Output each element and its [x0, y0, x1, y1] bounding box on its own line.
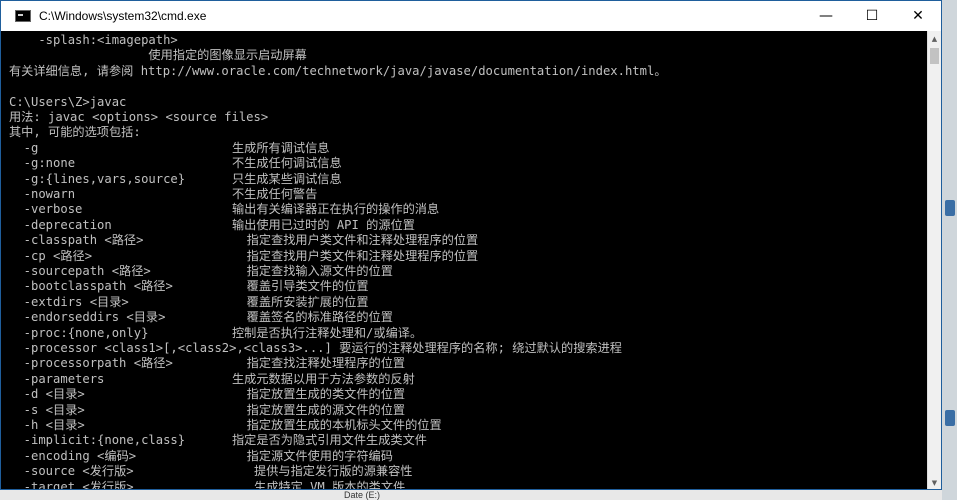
console-line-description: 只生成某些调试信息: [232, 171, 342, 186]
console-line-text: -h <目录>: [9, 418, 85, 432]
vertical-scrollbar[interactable]: ▲ ▼: [927, 31, 941, 489]
console-line: -encoding <编码> 指定源文件使用的字符编码: [1, 448, 929, 464]
console-line-text: -endorseddirs <目录>: [9, 310, 166, 325]
console-line-text: -cp <路径>: [9, 248, 93, 263]
console-line-text: -classpath <路径>: [9, 233, 144, 248]
console-line: -deprecation 输出使用已过时的 API 的源位置: [1, 217, 929, 233]
console-line-description: 生成元数据以用于方法参数的反射: [232, 371, 415, 386]
console-line: -source <发行版> 提供与指定发行版的源兼容性: [1, 463, 929, 479]
console-output[interactable]: -splash:<imagepath> 使用指定的图像显示启动屏幕 有关详细信息,…: [1, 31, 929, 490]
console-line: 有关详细信息, 请参阅 http://www.oracle.com/techne…: [1, 63, 929, 79]
console-line: -g:{lines,vars,source} 只生成某些调试信息: [1, 171, 929, 187]
desktop-shortcut-icon[interactable]: [945, 200, 955, 216]
console-line-description: 生成特定 VM 版本的类文件: [232, 479, 406, 490]
console-line-description: 输出有关编译器正在执行的操作的消息: [232, 202, 440, 217]
console-line-text: -extdirs <目录>: [9, 294, 129, 309]
console-line-text: -verbose: [9, 202, 83, 217]
console-line: 其中, 可能的选项包括:: [1, 124, 929, 140]
console-line-description: 指定是否为隐式引用文件生成类文件: [232, 433, 427, 448]
console-line: -verbose 输出有关编译器正在执行的操作的消息: [1, 201, 929, 217]
console-line-description: 不生成任何警告: [232, 187, 318, 201]
console-line: -s <目录> 指定放置生成的源文件的位置: [1, 402, 929, 418]
console-line-description: 指定源文件使用的字符编码: [232, 448, 393, 463]
cmd-window: C:\Windows\system32\cmd.exe — ☐ ✕ -splas…: [0, 0, 942, 490]
console-line-text: -source <发行版>: [9, 464, 134, 479]
console-line-description: 不生成任何调试信息: [232, 156, 342, 171]
console-line: -g 生成所有调试信息: [1, 140, 929, 156]
console-line-description: 输出使用已过时的 API 的源位置: [232, 217, 415, 232]
console-line: 用法: javac <options> <source files>: [1, 109, 929, 125]
console-line-text: -sourcepath <路径>: [9, 264, 151, 278]
console-line-description: 覆盖引导类文件的位置: [232, 279, 369, 294]
background-window-strip: [0, 490, 942, 500]
console-line-description: 指定查找注释处理程序的位置: [232, 356, 406, 371]
console-line-text: -processorpath <路径>: [9, 356, 173, 371]
console-line-text: -proc:{none,only}: [9, 325, 149, 340]
console-line: -splash:<imagepath>: [1, 32, 929, 48]
console-line-text: -g:none: [9, 156, 76, 171]
title-bar[interactable]: C:\Windows\system32\cmd.exe — ☐ ✕: [1, 1, 941, 31]
console-line-text: -nowarn: [9, 187, 76, 201]
console-line: -d <目录> 指定放置生成的类文件的位置: [1, 386, 929, 402]
scrollbar-thumb[interactable]: [930, 48, 939, 64]
console-line-description: 覆盖签名的标准路径的位置: [232, 310, 393, 325]
console-line-text: 有关详细信息, 请参阅 http://www.oracle.com/techne…: [9, 63, 667, 78]
console-line-text: -splash:<imagepath>: [9, 33, 178, 47]
close-button[interactable]: ✕: [895, 1, 941, 31]
console-line-text: 其中, 可能的选项包括:: [9, 125, 141, 140]
console-line-text: -bootclasspath <路径>: [9, 279, 173, 294]
console-line: -extdirs <目录> 覆盖所安装扩展的位置: [1, 294, 929, 310]
console-line: -implicit:{none,class} 指定是否为隐式引用文件生成类文件: [1, 432, 929, 448]
console-line: -g:none 不生成任何调试信息: [1, 155, 929, 171]
console-line-text: -g:{lines,vars,source}: [9, 171, 186, 186]
console-line: -parameters 生成元数据以用于方法参数的反射: [1, 371, 929, 387]
console-line: -h <目录> 指定放置生成的本机标头文件的位置: [1, 417, 929, 433]
console-line: -bootclasspath <路径> 覆盖引导类文件的位置: [1, 278, 929, 294]
console-line-text: -parameters: [9, 371, 105, 386]
window-controls: — ☐ ✕: [803, 1, 941, 31]
cmd-app-icon[interactable]: [15, 10, 31, 22]
console-line: -cp <路径> 指定查找用户类文件和注释处理程序的位置: [1, 248, 929, 264]
console-line-description: 指定查找用户类文件和注释处理程序的位置: [232, 233, 479, 248]
console-line-text: -implicit:{none,class}: [9, 433, 186, 448]
maximize-button[interactable]: ☐: [849, 1, 895, 31]
console-line-description: 指定放置生成的源文件的位置: [232, 402, 406, 417]
console-line-description: 控制是否执行注释处理和/或编译。: [232, 325, 423, 340]
console-line: -sourcepath <路径> 指定查找输入源文件的位置: [1, 263, 929, 279]
console-line-description: 指定放置生成的类文件的位置: [232, 387, 406, 402]
console-line-description: 覆盖所安装扩展的位置: [232, 294, 369, 309]
console-line-text: 用法: javac <options> <source files>: [9, 110, 269, 124]
scroll-down-arrow-icon[interactable]: ▼: [928, 475, 941, 489]
console-line-text: -processor <class1>[,<class2>,<class3>..…: [9, 341, 622, 355]
minimize-button[interactable]: —: [803, 1, 849, 31]
console-line: -target <发行版> 生成特定 VM 版本的类文件: [1, 479, 929, 490]
console-line-text: -encoding <编码>: [9, 448, 137, 463]
console-line-text: C:\Users\Z>javac: [9, 94, 127, 109]
console-line-text: -d <目录>: [9, 387, 85, 402]
console-line: -processor <class1>[,<class2>,<class3>..…: [1, 340, 929, 356]
scroll-up-arrow-icon[interactable]: ▲: [928, 31, 941, 47]
console-line-description: 指定查找输入源文件的位置: [232, 264, 393, 278]
console-line-text: -target <发行版>: [9, 479, 134, 490]
console-line-text: -deprecation: [9, 217, 112, 232]
console-line: -endorseddirs <目录> 覆盖签名的标准路径的位置: [1, 309, 929, 325]
console-line-description: 指定放置生成的本机标头文件的位置: [232, 418, 442, 432]
console-line-text: -g: [9, 140, 39, 155]
console-line: -classpath <路径> 指定查找用户类文件和注释处理程序的位置: [1, 232, 929, 248]
console-line: -proc:{none,only} 控制是否执行注释处理和/或编译。: [1, 325, 929, 341]
console-line-description: 提供与指定发行版的源兼容性: [232, 464, 413, 479]
drive-label: Date (E:): [344, 490, 381, 500]
console-line: -nowarn 不生成任何警告: [1, 186, 929, 202]
console-line-description: 指定查找用户类文件和注释处理程序的位置: [232, 248, 479, 263]
console-line: 使用指定的图像显示启动屏幕: [1, 47, 929, 63]
console-line-description: 生成所有调试信息: [232, 140, 330, 155]
console-line-text: 使用指定的图像显示启动屏幕: [9, 48, 307, 63]
console-line: C:\Users\Z>javac: [1, 94, 929, 110]
console-line-text: -s <目录>: [9, 402, 85, 417]
desktop-shortcut-icon[interactable]: [945, 410, 955, 426]
window-title: C:\Windows\system32\cmd.exe: [39, 9, 207, 23]
console-line: -processorpath <路径> 指定查找注释处理程序的位置: [1, 355, 929, 371]
